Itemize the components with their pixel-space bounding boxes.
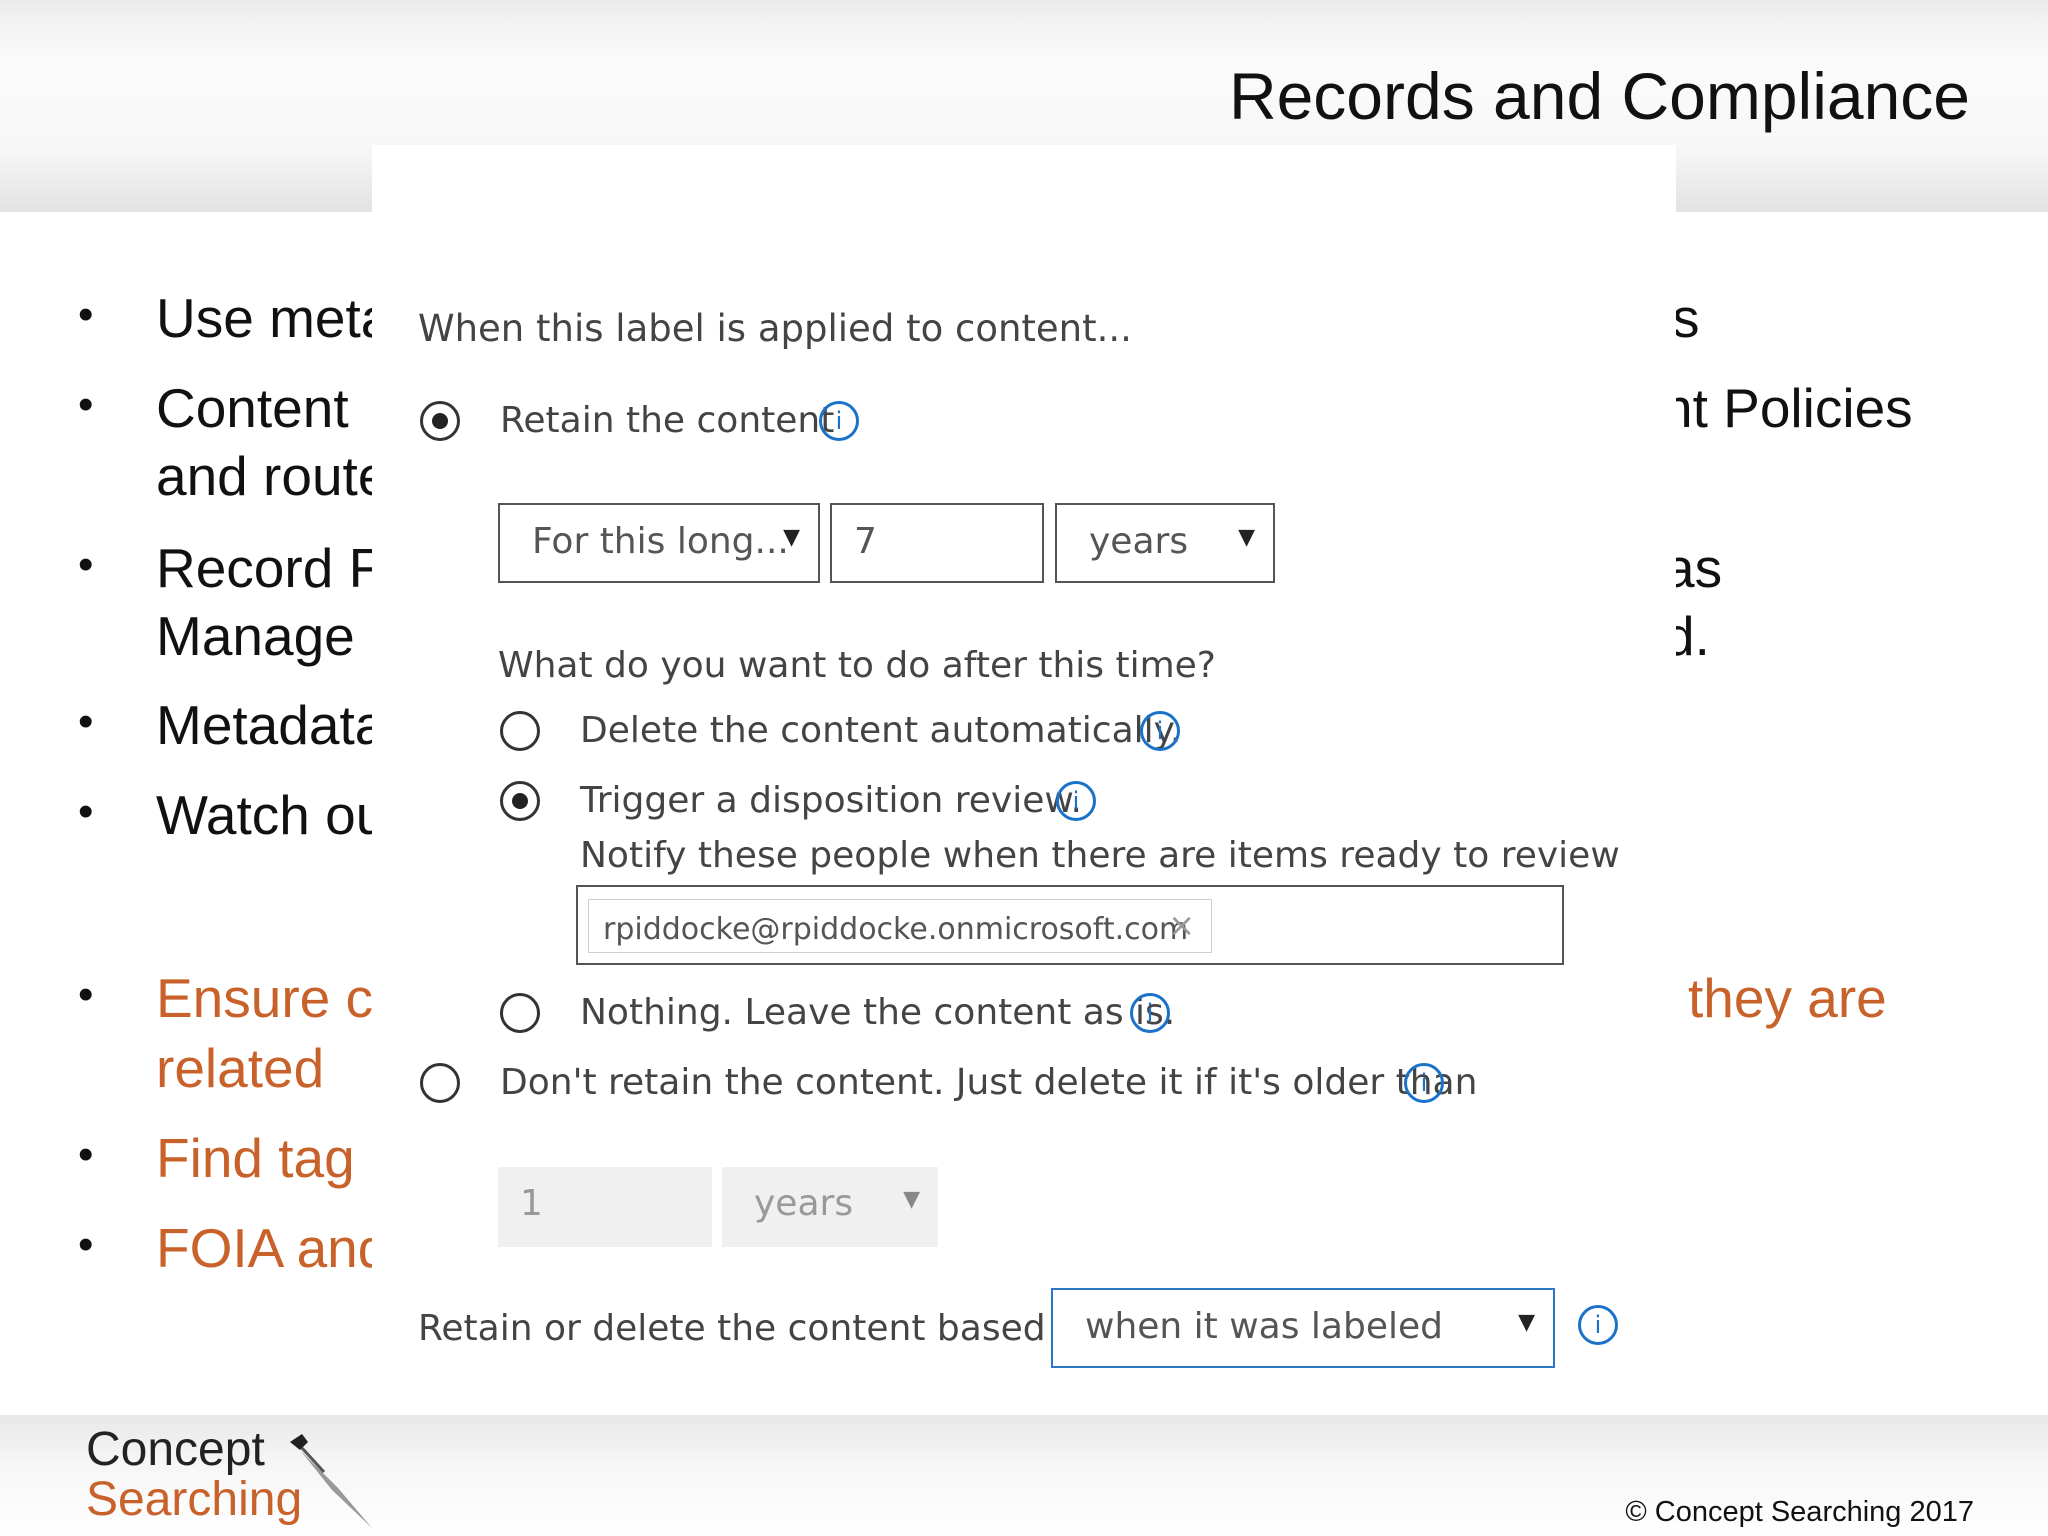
bullet-text: Use meta — [156, 287, 392, 349]
close-icon[interactable]: × — [1168, 906, 1195, 944]
older-than-value: 1 — [520, 1183, 543, 1224]
logo-line-2: Searching — [86, 1473, 303, 1526]
delete-automatically-label: Delete the content automatically. — [580, 710, 1182, 751]
bullet-text: Metadata — [156, 694, 386, 756]
bullet-dot: • — [78, 290, 94, 339]
chevron-down-icon: ▼ — [903, 1187, 920, 1212]
bullet-text: Content — [156, 377, 349, 439]
bullet-text: Ensure c — [156, 967, 374, 1029]
bullet-dot: • — [78, 970, 94, 1019]
disposition-review-radio[interactable] — [500, 781, 540, 821]
bullet-text-fragment: they are — [1688, 967, 1887, 1029]
bullet-text: Manage — [156, 605, 355, 667]
based-on-select-value: when it was labeled — [1085, 1306, 1443, 1347]
after-time-question: What do you want to do after this time? — [498, 645, 1216, 686]
duration-select-value: For this long... — [532, 521, 789, 562]
dont-retain-label: Don't retain the content. Just delete it… — [500, 1062, 1478, 1103]
logo-line-1: Concept — [86, 1423, 265, 1476]
disposition-review-label: Trigger a disposition review. — [580, 780, 1082, 821]
bullet-text-fragment: s — [1672, 287, 1700, 349]
bullet-dot: • — [78, 1130, 94, 1179]
notify-label: Notify these people when there are items… — [580, 835, 1620, 876]
duration-unit-value: years — [1089, 521, 1189, 562]
duration-value-input[interactable]: 7 — [830, 503, 1044, 583]
bullet-dot: • — [78, 1220, 94, 1269]
nothing-info-icon[interactable]: i — [1130, 993, 1170, 1033]
dont-retain-info-icon[interactable]: i — [1404, 1063, 1444, 1103]
concept-searching-logo: Concept Searching — [86, 1425, 302, 1525]
slide-title: Records and Compliance — [1228, 59, 1970, 133]
duration-select[interactable]: For this long... ▼ — [498, 503, 820, 583]
nothing-label: Nothing. Leave the content as is. — [580, 992, 1176, 1033]
chevron-down-icon: ▼ — [783, 525, 800, 550]
retain-content-label: Retain the content — [500, 400, 835, 441]
bullet-text: Watch ou — [156, 784, 387, 846]
retention-settings-dialog: When this label is applied to content...… — [372, 145, 1676, 1390]
delete-automatically-radio[interactable] — [500, 711, 540, 751]
duration-unit-select[interactable]: years ▼ — [1055, 503, 1275, 583]
bullet-dot: • — [78, 697, 94, 746]
older-than-unit-value: years — [754, 1183, 854, 1224]
based-on-select[interactable]: when it was labeled ▼ — [1051, 1288, 1555, 1368]
duration-value-text: 7 — [854, 521, 877, 562]
nothing-radio[interactable] — [500, 993, 540, 1033]
copyright-text: © Concept Searching 2017 — [1625, 1496, 1974, 1528]
chevron-down-icon: ▼ — [1518, 1310, 1535, 1335]
disposition-info-icon[interactable]: i — [1056, 781, 1096, 821]
dialog-heading: When this label is applied to content... — [418, 307, 1132, 350]
bullet-dot: • — [78, 787, 94, 836]
bullet-dot: • — [78, 380, 94, 429]
delete-info-icon[interactable]: i — [1140, 711, 1180, 751]
person-chip-email: rpiddocke@rpiddocke.onmicrosoft.com — [603, 912, 1189, 947]
bird-icon — [290, 1434, 372, 1528]
person-chip: rpiddocke@rpiddocke.onmicrosoft.com × — [588, 899, 1212, 953]
bullet-dot: • — [78, 540, 94, 589]
bullet-text-fragment: nt Policies — [1662, 377, 1913, 439]
older-than-unit-select[interactable]: years ▼ — [722, 1167, 938, 1247]
based-on-label: Retain or delete the content based on — [418, 1308, 1102, 1349]
older-than-value-input[interactable]: 1 — [498, 1167, 712, 1247]
bullet-text: and route — [156, 445, 389, 507]
retain-content-radio[interactable] — [420, 401, 460, 441]
chevron-down-icon: ▼ — [1238, 525, 1255, 550]
bullet-text: FOIA and — [156, 1217, 389, 1279]
bullet-text: Record F — [156, 537, 383, 599]
notify-people-picker[interactable]: rpiddocke@rpiddocke.onmicrosoft.com × — [576, 885, 1564, 965]
dont-retain-radio[interactable] — [420, 1063, 460, 1103]
bullet-text: related — [156, 1037, 325, 1099]
retain-info-icon[interactable]: i — [819, 401, 859, 441]
bullet-text: Find tag — [156, 1127, 355, 1189]
based-on-info-icon[interactable]: i — [1578, 1305, 1618, 1345]
